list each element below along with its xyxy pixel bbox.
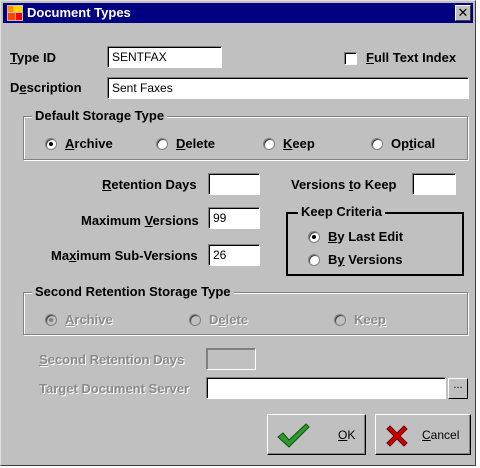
- app-icon: [7, 5, 23, 21]
- radio-keep-by-last-edit[interactable]: By Last Edit: [308, 229, 403, 245]
- type-id-input[interactable]: SENTFAX: [107, 46, 222, 68]
- radio-label: Optical: [391, 136, 436, 151]
- ok-button-label: OK: [338, 428, 356, 442]
- radio-default-keep[interactable]: Keep: [263, 136, 315, 152]
- checkbox-box[interactable]: [344, 51, 357, 65]
- radio-label: By Last Edit: [328, 229, 404, 244]
- document-types-dialog: Document Types ✕ Type ID SENTFAX Full Te…: [0, 0, 476, 466]
- radio-indicator: [334, 314, 346, 326]
- radio-indicator[interactable]: [308, 254, 320, 266]
- full-text-index-label: Full Text Index: [366, 50, 457, 65]
- radio-second-delete: Delete: [189, 312, 248, 328]
- ok-button[interactable]: OK: [267, 414, 366, 455]
- keep-criteria-title: Keep Criteria: [298, 204, 385, 220]
- radio-label: By Versions: [328, 252, 403, 267]
- radio-label: Keep: [283, 136, 315, 151]
- maximum-versions-input[interactable]: 99: [208, 207, 260, 229]
- radio-label: Keep: [354, 312, 386, 327]
- radio-indicator[interactable]: [45, 138, 57, 150]
- versions-to-keep-input[interactable]: [412, 173, 456, 195]
- radio-label: Archive: [65, 136, 113, 151]
- type-id-label: Type ID: [10, 50, 56, 65]
- title-bar[interactable]: Document Types ✕: [3, 3, 473, 23]
- browse-button[interactable]: ...: [448, 378, 468, 399]
- second-retention-days-label: Second Retention Days: [39, 352, 185, 367]
- maximum-versions-label: Maximum Versions: [81, 213, 199, 228]
- radio-indicator[interactable]: [371, 138, 383, 150]
- cancel-button-label: Cancel: [422, 428, 460, 442]
- x-mark-icon: [384, 423, 410, 454]
- window-title: Document Types: [27, 5, 131, 20]
- target-document-server-input[interactable]: [206, 377, 446, 399]
- maximum-sub-versions-input[interactable]: 26: [208, 244, 260, 266]
- radio-indicator[interactable]: [263, 138, 275, 150]
- target-document-server-label: Target Document Server: [39, 381, 190, 396]
- default-storage-title: Default Storage Type: [32, 108, 168, 124]
- second-retention-days-input: [206, 348, 256, 370]
- radio-default-delete[interactable]: Delete: [156, 136, 215, 152]
- radio-second-archive: Archive: [45, 312, 113, 328]
- radio-keep-by-versions[interactable]: By Versions: [308, 252, 402, 268]
- radio-label: Archive: [65, 312, 113, 327]
- second-retention-title: Second Retention Storage Type: [32, 284, 234, 300]
- cancel-button[interactable]: Cancel: [375, 414, 471, 455]
- radio-indicator: [189, 314, 201, 326]
- checkmark-icon: [276, 421, 310, 454]
- radio-indicator[interactable]: [308, 231, 320, 243]
- radio-label: Delete: [176, 136, 216, 151]
- full-text-index-checkbox[interactable]: Full Text Index: [344, 50, 456, 66]
- versions-to-keep-label: Versions to Keep: [291, 177, 397, 192]
- radio-indicator: [45, 314, 57, 326]
- retention-days-label: Retention Days: [102, 177, 197, 192]
- retention-days-input[interactable]: [208, 173, 260, 195]
- radio-default-archive[interactable]: Archive: [45, 136, 113, 152]
- radio-default-optical[interactable]: Optical: [371, 136, 435, 152]
- description-label: Description: [10, 80, 82, 95]
- radio-label: Delete: [209, 312, 249, 327]
- maximum-sub-versions-label: Maximum Sub-Versions: [51, 248, 198, 263]
- radio-second-keep: Keep: [334, 312, 386, 328]
- close-button[interactable]: ✕: [455, 5, 471, 21]
- radio-indicator[interactable]: [156, 138, 168, 150]
- description-input[interactable]: Sent Faxes: [107, 77, 469, 99]
